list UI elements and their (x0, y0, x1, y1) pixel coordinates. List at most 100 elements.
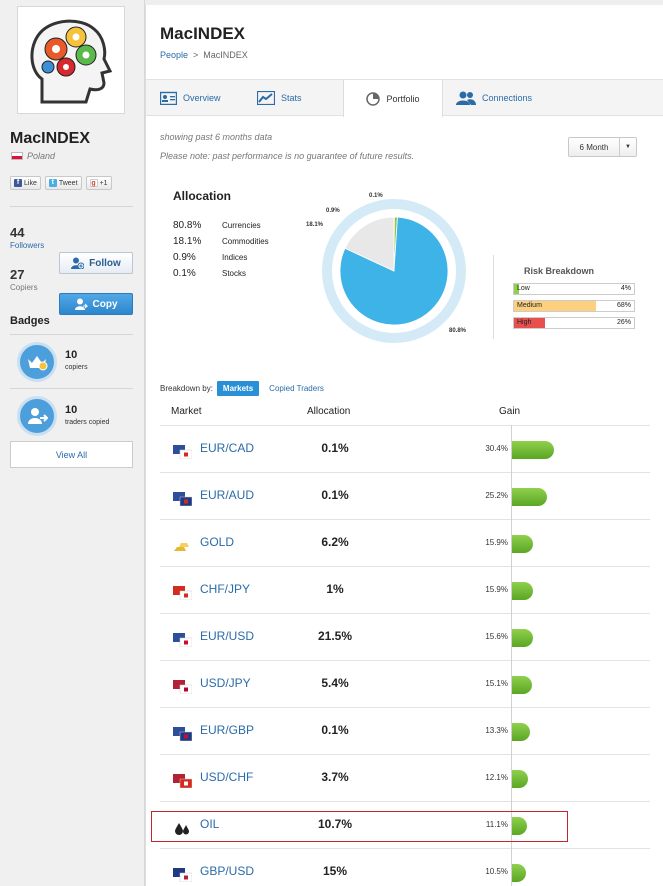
tab-connections[interactable]: Connections (456, 80, 532, 116)
country-label: Poland (27, 151, 56, 161)
allocation-pct: 0.1% (173, 268, 196, 279)
tweet-label: Tweet (58, 179, 78, 187)
allocation-pct: 80.8% (173, 220, 202, 231)
badge-traders-label: traders copied (65, 419, 110, 426)
tab-overview[interactable]: Overview (160, 80, 221, 116)
pie-label-indices: 0.9% (326, 208, 340, 214)
market-name[interactable]: USD/CHF (200, 770, 253, 784)
breakdown-selector: Breakdown by: Markets Copied Traders (160, 381, 330, 396)
currency-pair-flag-icon (173, 868, 192, 882)
copy-label: Copy (92, 298, 118, 310)
copiers-badge-icon (17, 342, 57, 382)
market-name[interactable]: EUR/USD (200, 629, 254, 643)
allocation-name: Commodities (222, 237, 269, 246)
risk-medium-value: 68% (616, 302, 631, 309)
tab-stats[interactable]: Stats (257, 80, 302, 116)
column-header-market: Market (171, 406, 202, 417)
table-row[interactable]: EUR/AUD 0.1% 25.2% (160, 472, 650, 519)
period-note: showing past 6 months data (160, 132, 273, 142)
breadcrumb: People > MacINDEX (160, 50, 248, 60)
market-gain: 15.9% (485, 538, 508, 547)
disclaimer-note: Please note: past performance is no guar… (160, 151, 415, 161)
google-plus-icon: g (89, 179, 98, 187)
follow-label: Follow (89, 257, 121, 269)
allocation-name: Currencies (222, 221, 261, 230)
head-gears-icon (18, 7, 124, 113)
table-row[interactable]: GOLD 6.2% 15.9% (160, 519, 650, 566)
market-name[interactable]: GBP/USD (200, 864, 254, 878)
currency-pair-flag-icon (173, 633, 192, 647)
divider (493, 255, 494, 339)
tab-connections-label: Connections (482, 93, 533, 103)
market-gain: 25.2% (485, 491, 508, 500)
market-allocation: 0.1% (321, 488, 349, 502)
breadcrumb-people-link[interactable]: People (160, 50, 188, 60)
market-allocation: 1% (326, 582, 344, 596)
twitter-icon: t (48, 179, 57, 187)
follow-button[interactable]: Follow (59, 252, 133, 274)
currency-pair-flag-icon (173, 774, 192, 788)
column-header-gain: Gain (499, 406, 521, 417)
followers-link[interactable]: Followers (10, 241, 44, 250)
table-row[interactable]: USD/CHF 3.7% 12.1% (160, 754, 650, 801)
overview-icon (160, 91, 177, 105)
table-row[interactable]: EUR/USD 21.5% 15.6% (160, 613, 650, 660)
tab-markets[interactable]: Markets (216, 381, 260, 396)
view-all-badges-button[interactable]: View All (10, 441, 133, 468)
allocation-name: Stocks (222, 269, 247, 278)
risk-high-value: 26% (616, 319, 631, 326)
allocation-item: 18.1% Commodities (173, 236, 269, 247)
risk-high-row: High 26% (513, 317, 635, 329)
table-row[interactable]: USD/JPY 5.4% 15.1% (160, 660, 650, 707)
market-name[interactable]: EUR/CAD (200, 441, 254, 455)
market-name[interactable]: EUR/AUD (200, 488, 254, 502)
tweet-button[interactable]: t Tweet (44, 176, 82, 190)
gain-bar (511, 582, 533, 600)
gold-bars-icon (174, 543, 189, 551)
highlight-box (151, 811, 568, 842)
people-icon (456, 91, 476, 105)
market-gain: 15.6% (485, 632, 508, 641)
market-gain: 10.5% (485, 867, 508, 876)
tab-portfolio-label: Portfolio (386, 93, 420, 104)
market-name[interactable]: GOLD (200, 535, 234, 549)
copy-button[interactable]: Copy (59, 293, 133, 315)
badge-traders-count: 10 (65, 404, 78, 416)
plus-one-label: +1 (99, 179, 108, 187)
market-gain: 15.9% (485, 585, 508, 594)
allocation-title: Allocation (173, 189, 232, 203)
copy-user-icon (74, 298, 88, 310)
like-label: Like (24, 179, 37, 187)
market-name[interactable]: USD/JPY (200, 676, 251, 690)
market-name[interactable]: CHF/JPY (200, 582, 250, 596)
facebook-like-button[interactable]: f Like (10, 176, 41, 190)
table-row[interactable]: EUR/GBP 0.1% 13.3% (160, 707, 650, 754)
allocation-pct: 0.9% (173, 252, 196, 263)
avatar[interactable] (17, 6, 125, 114)
allocation-pct: 18.1% (173, 236, 202, 247)
gain-bar (511, 770, 528, 788)
divider (10, 334, 133, 335)
badges-title: Badges (10, 315, 50, 327)
market-allocation: 6.2% (321, 535, 349, 549)
market-name[interactable]: EUR/GBP (200, 723, 254, 737)
tab-portfolio[interactable]: Portfolio (343, 80, 443, 117)
copiers-count: 27 (10, 267, 25, 282)
market-allocation: 3.7% (321, 770, 349, 784)
table-row[interactable]: CHF/JPY 1% 15.9% (160, 566, 650, 613)
pie-label-commodities: 18.1% (306, 222, 324, 228)
allocation-item: 0.1% Stocks (173, 268, 246, 279)
allocation-item: 80.8% Currencies (173, 220, 261, 231)
followers-count: 44 (10, 225, 25, 240)
allocation-item: 0.9% Indices (173, 252, 247, 263)
google-plus-button[interactable]: g +1 (85, 176, 112, 190)
table-row[interactable]: EUR/CAD 0.1% 30.4% (160, 425, 650, 472)
period-select[interactable]: 6 Month ▼ (568, 137, 637, 157)
market-gain: 13.3% (485, 726, 508, 735)
tab-stats-label: Stats (281, 93, 302, 103)
tab-copied-traders[interactable]: Copied Traders (263, 381, 330, 396)
currency-pair-flag-icon (173, 680, 192, 694)
currency-pair-flag-icon (173, 445, 192, 459)
gain-bar (511, 676, 532, 694)
table-row[interactable]: GBP/USD 15% 10.5% (160, 848, 650, 886)
